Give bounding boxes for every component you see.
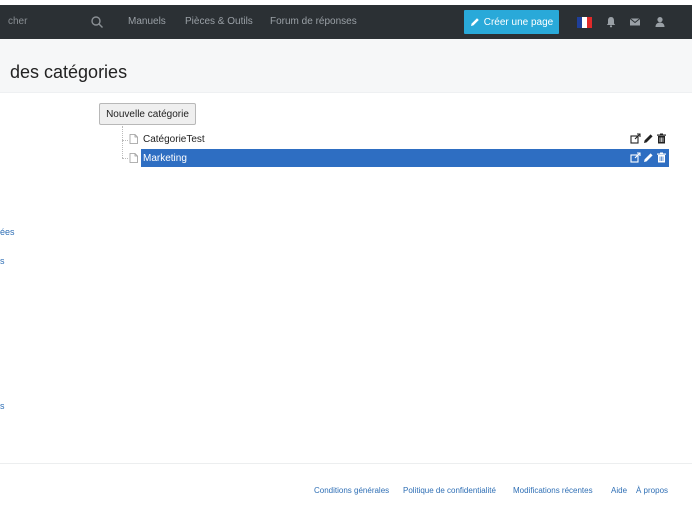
footer-divider (0, 463, 692, 464)
language-flag-icon[interactable] (577, 17, 592, 28)
sidebar-link[interactable]: ées (0, 227, 15, 237)
sidebar-link[interactable]: s (0, 401, 5, 411)
pencil-icon (470, 18, 479, 26)
trash-icon[interactable] (656, 133, 667, 144)
trash-icon[interactable] (656, 152, 667, 163)
search-input[interactable]: cher (8, 16, 27, 27)
tree-item-marketing[interactable]: Marketing (121, 149, 669, 167)
footer-link-recent-changes[interactable]: Modifications récentes (513, 486, 593, 495)
external-link-icon[interactable] (630, 133, 641, 144)
tree-item-label: CatégorieTest (143, 134, 205, 145)
footer-link-help[interactable]: Aide (611, 486, 627, 495)
new-category-button[interactable]: Nouvelle catégorie (99, 103, 196, 125)
user-icon[interactable] (653, 15, 667, 29)
footer-link-about[interactable]: À propos (636, 486, 668, 495)
edit-pencil-icon[interactable] (643, 152, 654, 163)
create-page-button[interactable]: Créer une page (464, 10, 559, 34)
selection-highlight (141, 149, 669, 167)
tree-item-label: Marketing (143, 153, 187, 164)
footer-link-privacy[interactable]: Politique de confidentialité (403, 486, 496, 495)
file-icon (129, 134, 138, 144)
top-navbar: cher Manuels Pièces & Outils Forum de ré… (0, 5, 692, 39)
search-icon[interactable] (90, 15, 104, 29)
nav-link-manuels[interactable]: Manuels (128, 16, 166, 27)
nav-link-pieces-outils[interactable]: Pièces & Outils (185, 16, 253, 27)
create-page-label: Créer une page (483, 16, 554, 28)
footer-link-conditions[interactable]: Conditions générales (314, 486, 389, 495)
file-icon (129, 153, 138, 163)
external-link-icon[interactable] (630, 152, 641, 163)
edit-pencil-icon[interactable] (643, 133, 654, 144)
page-title: des catégories (10, 62, 128, 82)
nav-link-forum[interactable]: Forum de réponses (270, 16, 357, 27)
tree-item-categorietest[interactable]: CatégorieTest (121, 131, 669, 148)
envelope-icon[interactable] (628, 15, 642, 29)
bell-icon[interactable] (604, 15, 618, 29)
sidebar-link[interactable]: s (0, 256, 5, 266)
